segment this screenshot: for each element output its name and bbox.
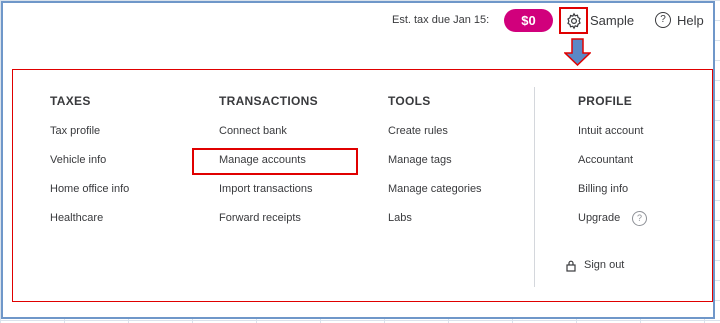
menu-item-billing-info[interactable]: Billing info: [578, 183, 628, 195]
settings-gear-button[interactable]: [559, 7, 588, 34]
menu-item-intuit-account[interactable]: Intuit account: [578, 125, 643, 137]
menu-item-upgrade[interactable]: Upgrade: [578, 212, 620, 224]
menu-column-title-profile: PROFILE: [578, 94, 633, 108]
top-bar: Est. tax due Jan 15: $0 Sample ? Help: [3, 3, 713, 43]
question-circle-icon[interactable]: ?: [632, 211, 647, 226]
menu-item-import-transactions[interactable]: Import transactions: [219, 183, 313, 195]
menu-column-title-tools: TOOLS: [388, 94, 431, 108]
sign-out-link[interactable]: Sign out: [584, 259, 624, 271]
settings-menu: TAXES Tax profile Vehicle info Home offi…: [12, 69, 713, 302]
annotation-down-arrow: [564, 38, 591, 66]
menu-item-tax-profile[interactable]: Tax profile: [50, 125, 100, 137]
app-window: Est. tax due Jan 15: $0 Sample ? Help TA…: [1, 1, 715, 319]
menu-item-manage-tags[interactable]: Manage tags: [388, 154, 452, 166]
column-divider: [534, 87, 535, 287]
est-tax-label: Est. tax due Jan 15:: [392, 14, 490, 26]
menu-item-connect-bank[interactable]: Connect bank: [219, 125, 287, 137]
annotation-highlight-box: [192, 148, 358, 175]
menu-item-healthcare[interactable]: Healthcare: [50, 212, 103, 224]
help-circle-icon[interactable]: ?: [655, 12, 671, 28]
menu-column-title-transactions: TRANSACTIONS: [219, 94, 318, 108]
menu-item-vehicle-info[interactable]: Vehicle info: [50, 154, 106, 166]
menu-item-labs[interactable]: Labs: [388, 212, 412, 224]
lock-icon: [566, 260, 576, 272]
menu-item-forward-receipts[interactable]: Forward receipts: [219, 212, 301, 224]
menu-item-accountant[interactable]: Accountant: [578, 154, 633, 166]
gear-icon: [567, 12, 581, 30]
menu-item-home-office-info[interactable]: Home office info: [50, 183, 129, 195]
est-tax-button[interactable]: $0: [504, 9, 553, 32]
company-name[interactable]: Sample: [590, 13, 634, 28]
menu-column-title-taxes: TAXES: [50, 94, 91, 108]
menu-item-create-rules[interactable]: Create rules: [388, 125, 448, 137]
help-link[interactable]: Help: [677, 13, 704, 28]
menu-item-manage-categories[interactable]: Manage categories: [388, 183, 482, 195]
